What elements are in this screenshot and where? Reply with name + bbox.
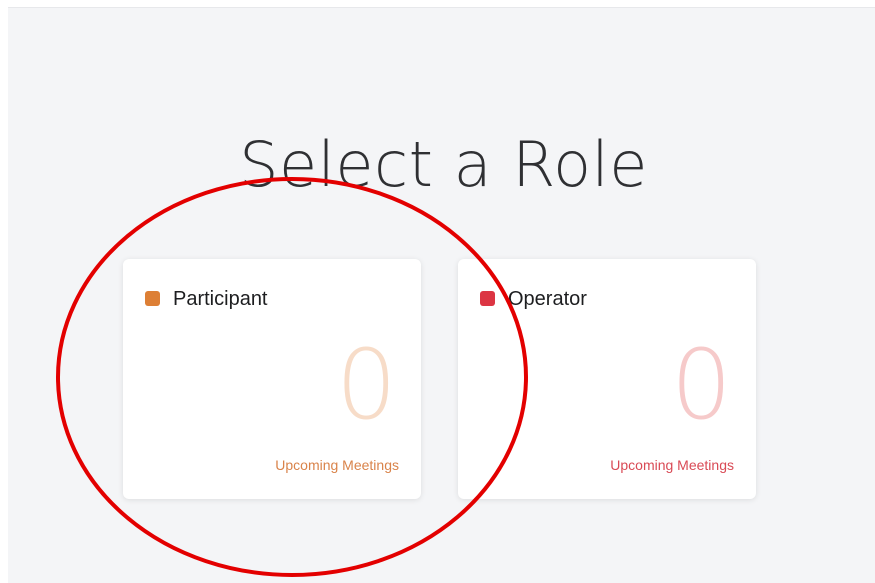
upcoming-meetings-count-participant: 0 (335, 329, 397, 441)
operator-color-swatch (480, 291, 495, 306)
page-title: Select a Role (239, 128, 648, 201)
role-card-operator[interactable]: Operator 0 Upcoming Meetings (458, 259, 756, 499)
upcoming-meetings-label-participant: Upcoming Meetings (275, 457, 399, 473)
role-name-participant: Participant (173, 288, 268, 310)
upcoming-meetings-count-operator: 0 (670, 329, 732, 441)
upcoming-meetings-label-operator: Upcoming Meetings (610, 457, 734, 473)
participant-color-swatch (145, 291, 160, 306)
role-card-participant[interactable]: Participant 0 Upcoming Meetings (123, 259, 421, 499)
role-name-operator: Operator (508, 288, 587, 310)
